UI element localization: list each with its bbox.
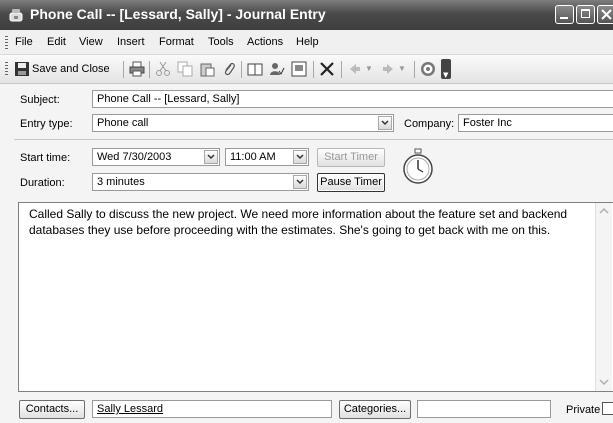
close-button[interactable] [597, 5, 613, 24]
start-clock-dropdown-button[interactable] [293, 150, 307, 164]
pause-timer-button[interactable]: Pause Timer [317, 173, 385, 192]
previous-item-icon[interactable] [347, 61, 363, 77]
menu-grip-handle[interactable] [5, 36, 8, 50]
maximize-icon [581, 9, 590, 18]
cut-icon[interactable] [155, 61, 171, 77]
next-item-icon[interactable] [380, 61, 396, 77]
minimize-button[interactable] [555, 5, 574, 24]
section-divider [14, 139, 613, 140]
menu-help[interactable]: Help [296, 36, 319, 48]
subject-input[interactable]: Phone Call -- [Lessard, Sally] [92, 90, 613, 108]
notes-scrollbar[interactable] [595, 203, 612, 391]
delete-icon[interactable] [319, 61, 335, 77]
copy-icon[interactable] [177, 61, 193, 77]
company-label: Company: [404, 118, 455, 130]
duration-value: 3 minutes [97, 176, 145, 188]
contacts-button[interactable]: Contacts... [19, 400, 85, 419]
help-icon[interactable] [420, 61, 436, 77]
start-date-value: Wed 7/30/2003 [97, 151, 172, 163]
menu-tools[interactable]: Tools [208, 36, 234, 48]
contacts-input[interactable]: Sally Lessard [92, 400, 332, 418]
menu-actions[interactable]: Actions [247, 36, 283, 48]
check-names-icon[interactable] [269, 61, 285, 77]
scroll-up-icon[interactable] [599, 207, 609, 214]
menu-view[interactable]: View [79, 36, 103, 48]
entry-type-label: Entry type: [20, 118, 73, 130]
maximize-button[interactable] [576, 5, 595, 24]
toolbar-separator [341, 61, 342, 78]
insert-item-icon[interactable] [291, 61, 307, 77]
toolbar-options-button[interactable]: ▼ [441, 59, 451, 79]
paste-icon[interactable] [199, 61, 215, 77]
start-timer-button[interactable]: Start Timer [317, 148, 385, 167]
attach-icon[interactable] [221, 61, 237, 77]
close-icon [601, 9, 612, 20]
toolbar-separator [149, 61, 150, 78]
menu-insert[interactable]: Insert [117, 36, 145, 48]
chevron-down-icon: ▼ [443, 71, 449, 79]
stopwatch-icon [403, 148, 433, 184]
chevron-down-icon[interactable]: ▼ [398, 64, 406, 73]
menu-file[interactable]: File [15, 36, 33, 48]
subject-label: Subject: [20, 94, 60, 106]
company-input[interactable]: Foster Inc [458, 114, 613, 132]
start-date-dropdown-button[interactable] [204, 150, 218, 164]
print-icon[interactable] [129, 61, 145, 77]
private-checkbox[interactable] [602, 402, 613, 415]
start-date-select[interactable]: Wed 7/30/2003 [92, 148, 220, 166]
entry-type-dropdown-button[interactable] [378, 116, 392, 130]
duration-dropdown-button[interactable] [293, 175, 307, 189]
private-label: Private [566, 404, 601, 416]
notes-textarea[interactable]: Called Sally to discuss the new project.… [18, 202, 613, 392]
chevron-down-icon [381, 120, 389, 126]
start-time-label: Start time: [20, 152, 71, 164]
start-clock-value: 11:00 AM [230, 151, 276, 163]
save-and-close-label: Save and Close [32, 63, 110, 75]
chevron-down-icon [296, 179, 304, 185]
toolbar-separator [313, 61, 314, 78]
categories-button[interactable]: Categories... [339, 400, 411, 419]
contact-link[interactable]: Sally Lessard [97, 403, 163, 415]
menu-edit[interactable]: Edit [47, 36, 66, 48]
title-bar[interactable]: Phone Call -- [Lessard, Sally] - Journal… [0, 0, 613, 30]
entry-type-select[interactable]: Phone call [92, 114, 394, 132]
categories-input[interactable] [417, 400, 551, 418]
save-and-close-button[interactable]: Save and Close [11, 59, 125, 79]
start-clock-select[interactable]: 11:00 AM [225, 148, 309, 166]
toolbar-separator [414, 61, 415, 78]
notes-text: Called Sally to discuss the new project.… [29, 207, 568, 237]
toolbar-grip-handle[interactable] [5, 62, 8, 76]
menu-format[interactable]: Format [159, 36, 194, 48]
scroll-down-icon[interactable] [599, 379, 609, 386]
standard-toolbar: Save and Close ▼ ▼ ▼ [0, 55, 613, 84]
menu-bar: File Edit View Insert Format Tools Actio… [0, 30, 613, 55]
address-book-icon[interactable] [247, 61, 263, 77]
toolbar-separator [123, 61, 124, 78]
chevron-down-icon[interactable]: ▼ [365, 64, 373, 73]
minimize-icon [560, 17, 568, 19]
duration-select[interactable]: 3 minutes [92, 173, 309, 191]
window-title: Phone Call -- [Lessard, Sally] - Journal… [30, 6, 326, 22]
chevron-down-icon [296, 154, 304, 160]
entry-type-value: Phone call [97, 117, 149, 129]
toolbar-separator [241, 61, 242, 78]
chevron-down-icon [207, 154, 215, 160]
journal-phone-icon [9, 9, 23, 22]
duration-label: Duration: [20, 177, 65, 189]
save-icon [15, 62, 29, 76]
